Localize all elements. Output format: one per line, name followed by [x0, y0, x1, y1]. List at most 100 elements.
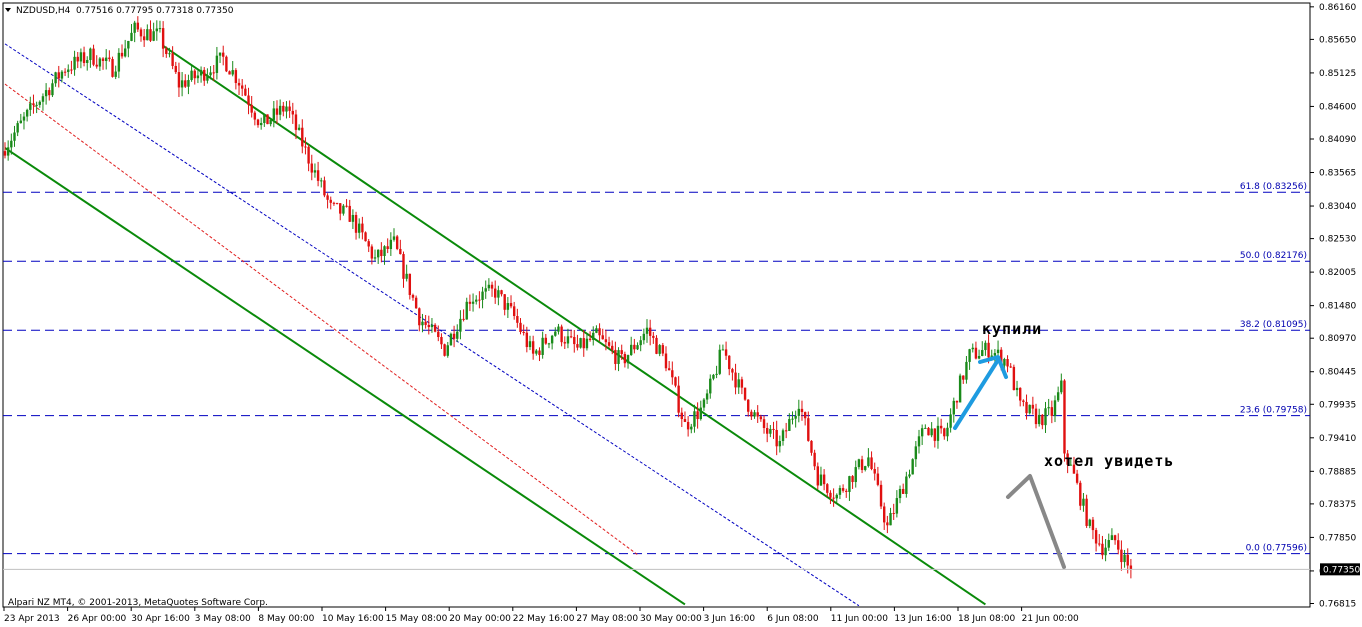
candle-body	[376, 249, 380, 258]
candle-body	[196, 75, 200, 79]
candle-body	[1101, 543, 1104, 556]
candle-body	[111, 59, 114, 77]
candle-body	[231, 70, 234, 75]
candle-body	[76, 56, 79, 62]
x-tick-label: 21 Jun 00:00	[1022, 614, 1079, 624]
candle-body	[731, 369, 734, 373]
candle-body	[297, 127, 301, 130]
candle-body	[528, 341, 532, 348]
candle-body	[614, 349, 617, 364]
candle-body	[1047, 407, 1050, 409]
candle-body	[478, 299, 481, 301]
candle-body	[604, 339, 608, 343]
candle-body	[361, 223, 364, 233]
candle-body	[70, 69, 73, 71]
candle-body	[139, 29, 143, 37]
candle-body	[310, 163, 313, 173]
candle-body	[588, 338, 592, 340]
candle-body	[259, 122, 263, 126]
candle-body	[1028, 404, 1031, 414]
candle-body	[601, 335, 604, 340]
candle-body	[63, 71, 67, 73]
candle-body	[661, 345, 665, 354]
candle-body	[769, 428, 772, 434]
candle-body	[1044, 408, 1047, 426]
candle-body	[585, 338, 589, 349]
x-tick-label: 30 Apr 16:00	[131, 614, 190, 624]
candle-body	[645, 327, 649, 334]
candle-body	[813, 452, 816, 467]
candle-body	[958, 375, 962, 403]
candle-body	[389, 239, 393, 250]
candle-body	[16, 123, 19, 133]
candle-body	[930, 428, 933, 436]
candle-body	[95, 64, 98, 67]
candle-body	[414, 297, 418, 309]
candle-body	[82, 52, 86, 63]
candle-body	[278, 105, 282, 115]
candle-body	[244, 88, 247, 96]
candle-body	[740, 379, 744, 388]
candle-body	[301, 127, 304, 147]
candle-body	[177, 72, 181, 88]
y-tick-label: 0.86160	[1319, 3, 1356, 13]
candle-body	[158, 28, 162, 30]
candle-body	[180, 80, 184, 88]
candle-body	[446, 345, 449, 356]
candle-body	[1117, 540, 1120, 550]
candle-body	[440, 337, 443, 345]
candle-body	[680, 412, 684, 420]
candle-body	[595, 328, 598, 333]
candle-body	[965, 361, 968, 380]
candle-body	[421, 321, 424, 326]
candle-body	[702, 399, 706, 408]
candle-body	[845, 490, 848, 492]
price-chart[interactable]: 61.8 (0.83256) 50.0 (0.82176) 38.2 (0.8109…	[0, 0, 1362, 627]
candle-body	[554, 331, 557, 336]
candle-body	[250, 104, 253, 113]
candle-body	[803, 412, 807, 419]
candle-body	[759, 416, 763, 420]
candle-body	[908, 474, 911, 477]
candle-body	[519, 322, 522, 332]
candle-body	[996, 349, 1000, 354]
x-tick-label: 11 Jun 00:00	[831, 614, 888, 624]
candle-body	[108, 57, 111, 60]
candle-body	[237, 82, 241, 86]
candle-body	[142, 36, 146, 41]
candle-body	[456, 331, 459, 339]
candle-body	[395, 236, 399, 249]
candle-body	[1060, 380, 1063, 393]
candle-body	[1082, 498, 1085, 506]
candle-body	[1104, 547, 1107, 556]
candle-body	[370, 246, 374, 259]
candle-body	[819, 474, 823, 486]
candle-body	[829, 492, 832, 498]
candle-body	[155, 28, 159, 32]
candle-body	[696, 411, 699, 420]
candle-body	[92, 48, 95, 65]
candle-body	[503, 294, 506, 310]
candle-body	[648, 327, 652, 336]
candle-body	[781, 430, 785, 442]
candle-body	[544, 337, 548, 344]
candle-body	[120, 52, 124, 57]
candle-body	[449, 333, 453, 346]
fib-level-label: 23.6 (0.79758)	[1240, 406, 1307, 416]
candle-body	[73, 56, 76, 70]
candle-body	[1098, 543, 1101, 545]
candle-body	[291, 110, 294, 115]
annotation-bought: купили	[982, 320, 1042, 338]
x-tick-label: 22 May 16:00	[513, 614, 575, 624]
y-tick-label: 0.78375	[1319, 500, 1356, 510]
candle-body	[762, 419, 766, 429]
candle-body	[901, 488, 905, 494]
candle-body	[832, 497, 835, 499]
candle-body	[652, 335, 655, 338]
candle-body	[215, 55, 219, 73]
candle-body	[136, 22, 140, 30]
candle-body	[25, 109, 29, 117]
candle-body	[402, 254, 405, 279]
candle-body	[943, 428, 946, 437]
candle-body	[269, 119, 272, 125]
